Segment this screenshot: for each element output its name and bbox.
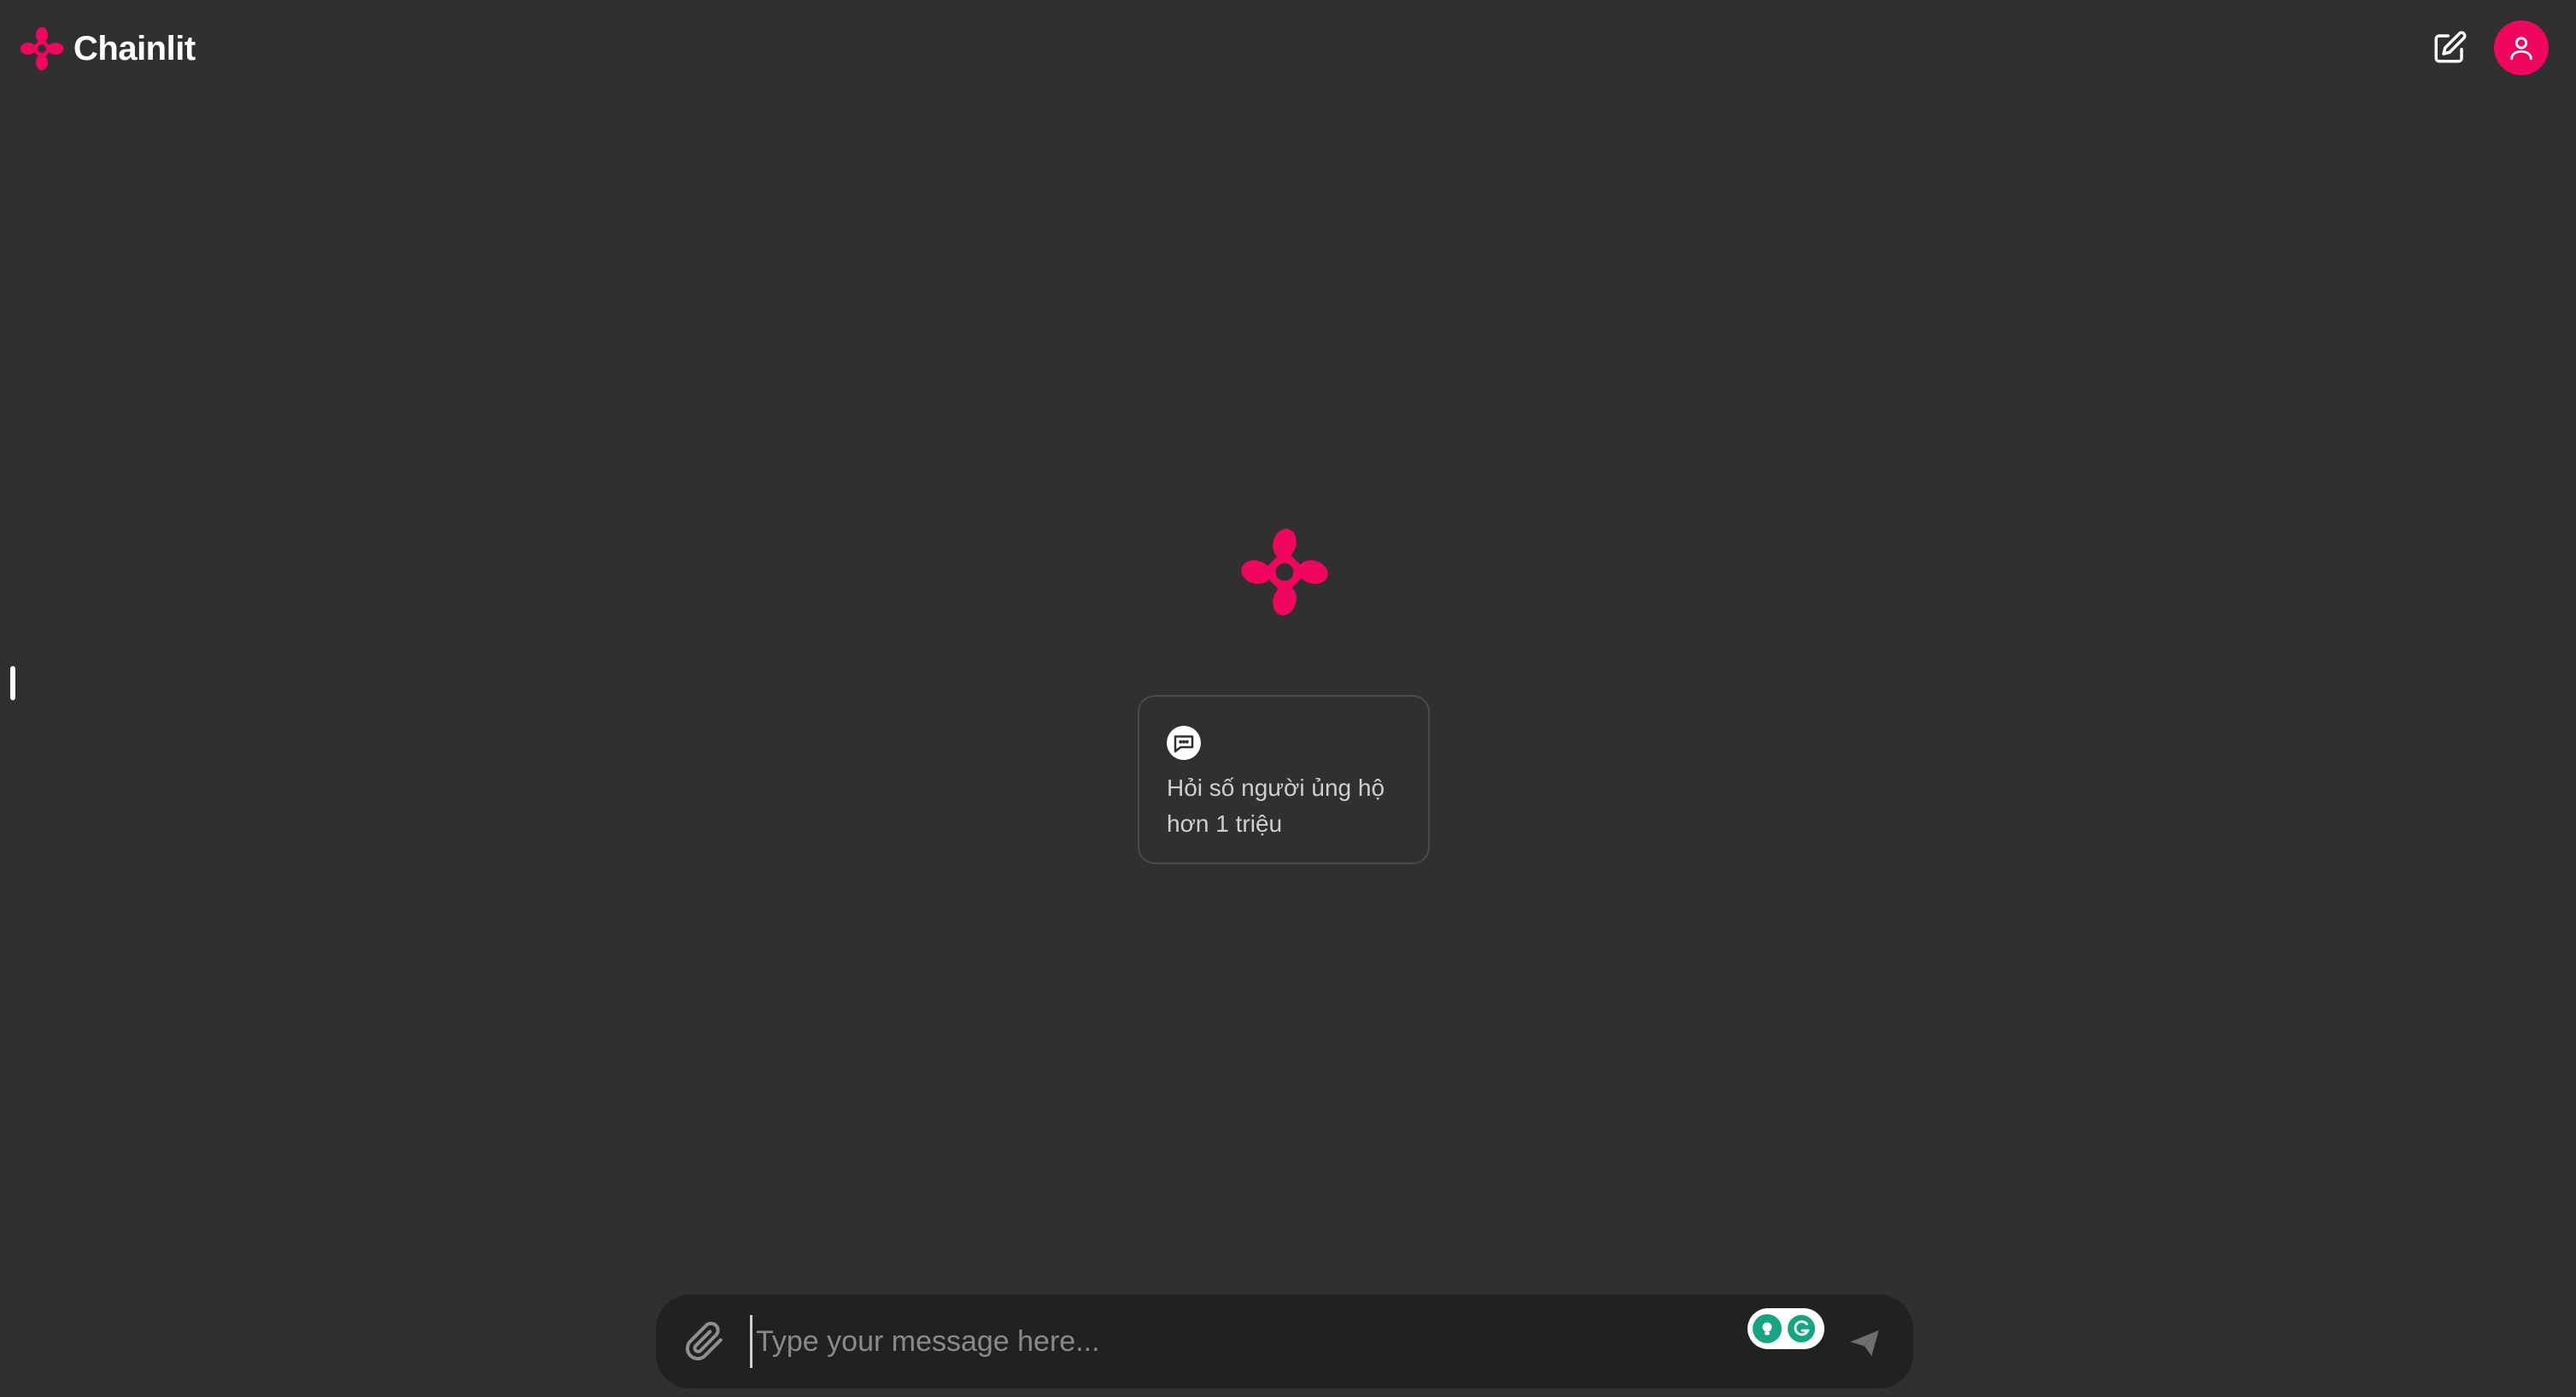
chat-bubble-icon	[1167, 726, 1201, 760]
grammarly-widget[interactable]	[1748, 1308, 1824, 1349]
grammarly-icon	[1785, 1312, 1818, 1345]
edit-square-icon	[2434, 31, 2467, 63]
starter-label: Hỏi số người ủng hộ hơn 1 triệu	[1167, 774, 1385, 837]
chainlit-logo-icon	[1241, 529, 1328, 616]
message-composer	[656, 1295, 1913, 1388]
sidebar-toggle-handle[interactable]	[10, 666, 15, 700]
send-button[interactable]	[1843, 1322, 1886, 1365]
paperclip-icon	[685, 1321, 723, 1361]
user-menu-button[interactable]	[2494, 20, 2549, 75]
user-icon	[2510, 37, 2532, 61]
message-input[interactable]	[750, 1315, 1545, 1368]
new-chat-button[interactable]	[2429, 27, 2470, 68]
chat-page: Chainlit Hỏi số người ủng hộ hơn 1 triệu…	[0, 0, 2576, 1397]
send-icon	[1850, 1330, 1879, 1356]
brand: Chainlit	[19, 26, 196, 72]
app-name: Chainlit	[73, 30, 196, 67]
center-logo	[1240, 528, 1329, 617]
chainlit-logo-icon	[20, 26, 64, 71]
attach-file-button[interactable]	[682, 1318, 728, 1365]
lightbulb-icon	[1753, 1314, 1782, 1343]
starter-card[interactable]: Hỏi số người ủng hộ hơn 1 triệu	[1138, 695, 1430, 864]
